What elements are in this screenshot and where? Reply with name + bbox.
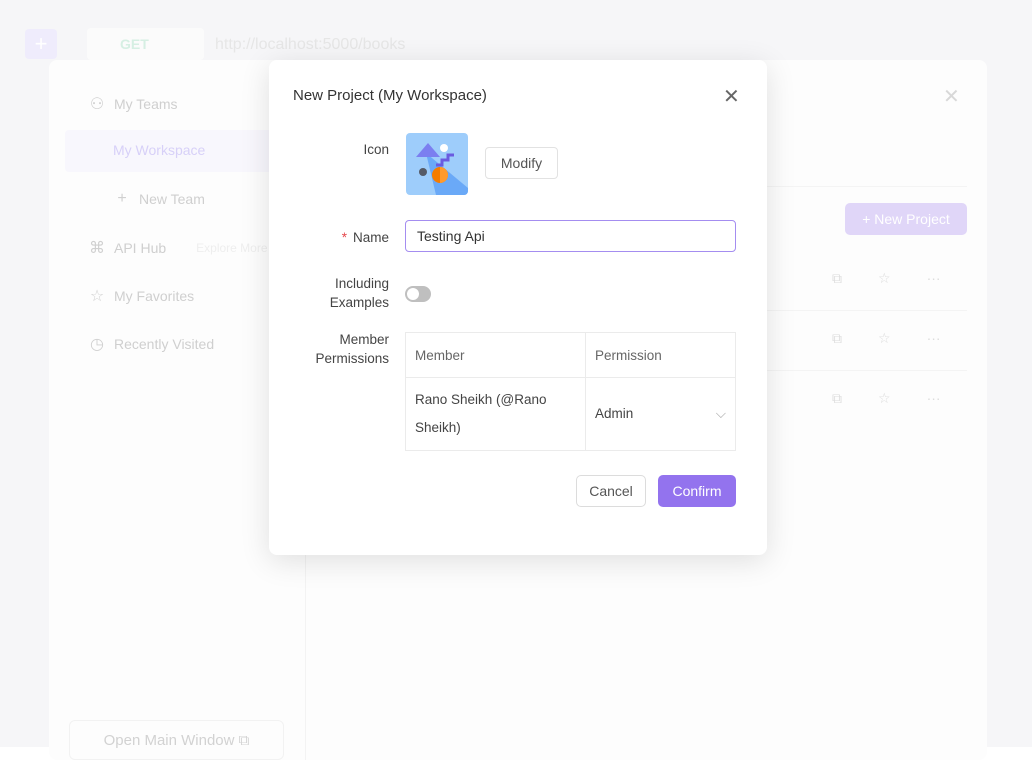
project-row-actions: ⧉ ☆ ··· — [832, 330, 941, 347]
more-icon[interactable]: ··· — [927, 390, 941, 407]
open-icon[interactable]: ⧉ — [832, 270, 842, 287]
confirm-button[interactable]: Confirm — [658, 475, 736, 507]
column-header-permission: Permission — [585, 332, 736, 378]
including-examples-toggle[interactable] — [405, 286, 431, 302]
divider — [766, 310, 967, 311]
api-hub-icon: ⌘ — [89, 240, 105, 257]
star-icon[interactable]: ☆ — [878, 390, 891, 407]
required-marker: * — [341, 230, 347, 245]
chevron-down-icon: ⌵ — [715, 406, 726, 421]
member-permissions-label: Member Permissions — [315, 332, 389, 366]
more-icon[interactable]: ··· — [927, 330, 941, 347]
column-header-member: Member — [405, 332, 586, 378]
permission-select[interactable]: Admin ⌵ — [585, 377, 736, 451]
name-label: * Name — [341, 230, 389, 245]
star-icon: ☆ — [89, 288, 105, 305]
sidebar-item-my-workspace[interactable]: My Workspace — [113, 142, 205, 158]
divider — [766, 370, 967, 371]
new-project-dialog: New Project (My Workspace) ✕ Icon Modify… — [269, 60, 767, 555]
cancel-button[interactable]: Cancel — [576, 475, 646, 507]
project-icon-image — [406, 133, 468, 195]
name-input[interactable] — [405, 220, 736, 252]
member-cell: Rano Sheikh (@Rano Sheikh) — [405, 377, 586, 451]
new-tab-button[interactable]: + — [25, 29, 57, 59]
including-examples-label: Including Examples — [329, 276, 389, 310]
sidebar-item-my-teams[interactable]: ⚇ My Teams — [88, 94, 178, 114]
project-row-actions: ⧉ ☆ ··· — [832, 270, 941, 287]
method-select[interactable]: GET — [87, 28, 204, 60]
external-link-icon: ⧉ — [238, 732, 250, 749]
dialog-title: New Project (My Workspace) — [293, 87, 487, 104]
panel-close-icon[interactable]: ✕ — [943, 84, 960, 109]
sidebar-item-recently-visited[interactable]: ◷ Recently Visited — [88, 334, 214, 354]
star-icon[interactable]: ☆ — [878, 330, 891, 347]
divider — [766, 186, 967, 187]
url-input[interactable]: http://localhost:5000/books — [215, 36, 405, 54]
icon-label: Icon — [363, 142, 389, 157]
open-icon[interactable]: ⧉ — [832, 390, 842, 407]
clock-icon: ◷ — [90, 336, 104, 353]
sidebar-item-new-team[interactable]: + New Team — [113, 190, 205, 208]
table-row: Rano Sheikh (@Rano Sheikh) Admin ⌵ — [405, 377, 736, 451]
plus-icon: + — [117, 190, 127, 207]
users-icon: ⚇ — [89, 96, 105, 113]
open-main-window-button[interactable]: Open Main Window ⧉ — [69, 720, 284, 760]
more-icon[interactable]: ··· — [927, 270, 941, 287]
modify-icon-button[interactable]: Modify — [485, 147, 558, 179]
open-icon[interactable]: ⧉ — [832, 330, 842, 347]
sidebar-item-api-hub[interactable]: ⌘ API Hub Explore More — [88, 238, 268, 258]
new-project-button[interactable]: + New Project — [845, 203, 967, 235]
member-permissions-table: Member Permission Rano Sheikh (@Rano She… — [405, 332, 736, 451]
star-icon[interactable]: ☆ — [878, 270, 891, 287]
project-row-actions: ⧉ ☆ ··· — [832, 390, 941, 407]
close-icon[interactable]: ✕ — [723, 84, 740, 109]
sidebar-item-my-favorites[interactable]: ☆ My Favorites — [88, 286, 194, 306]
